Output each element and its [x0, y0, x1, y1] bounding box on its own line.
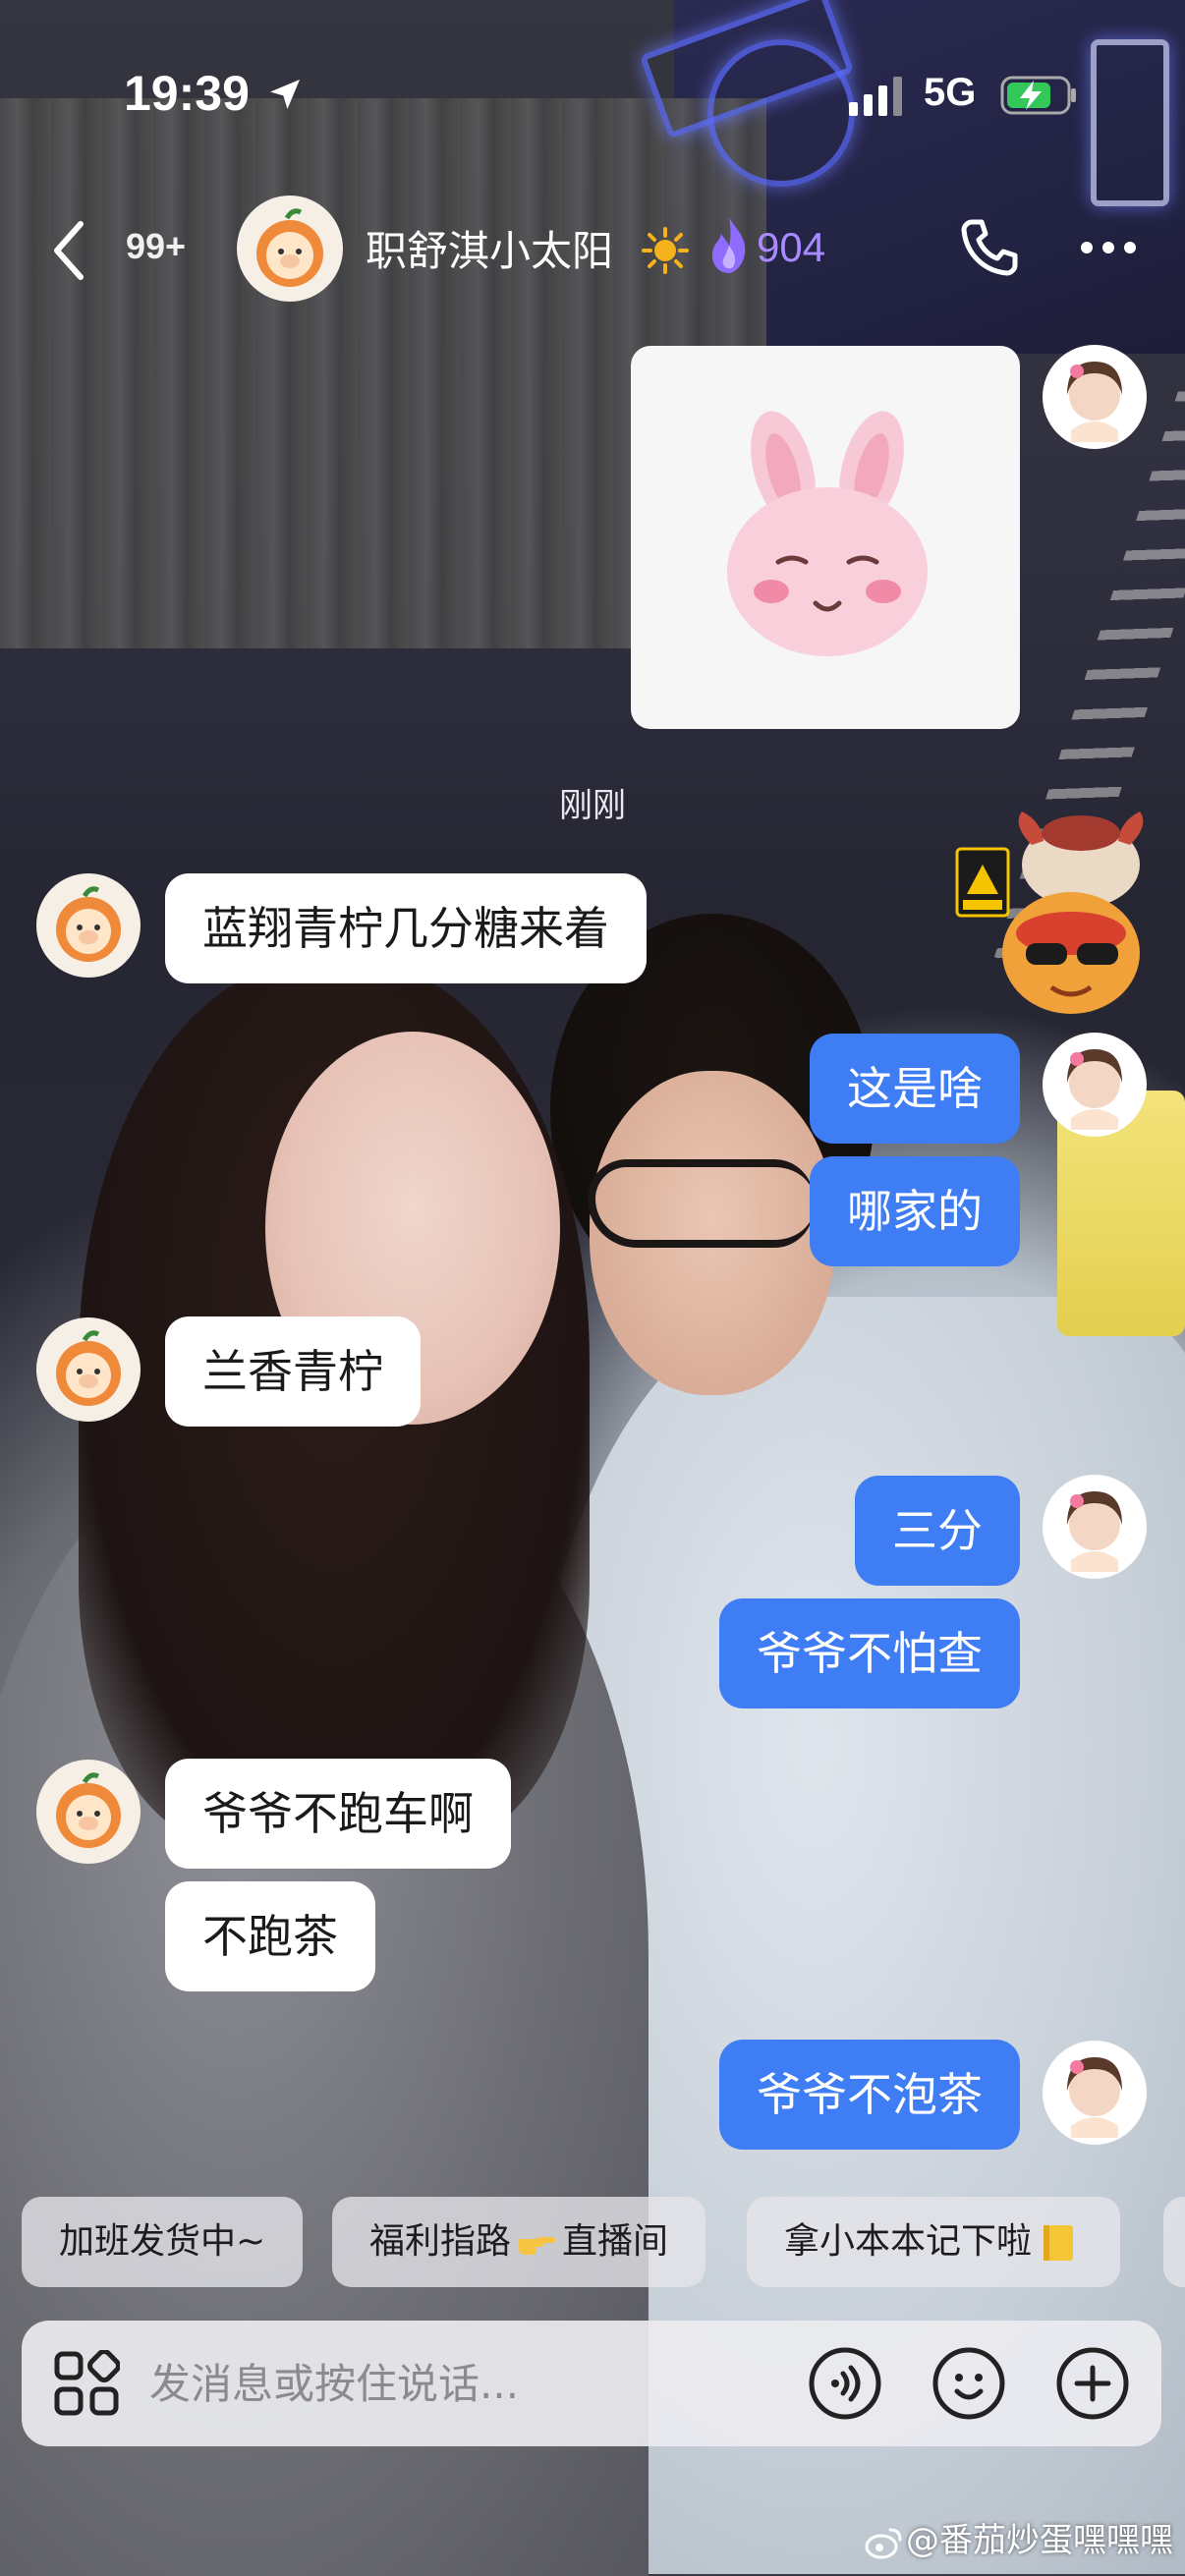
cow-with-sunglasses-sticker: [1002, 812, 1144, 1014]
quick-reply-chip[interactable]: 福利指路 直播间: [332, 2197, 706, 2287]
contact-message-avatar[interactable]: [35, 1759, 141, 1865]
quick-reply-bar: 加班发货中~ 福利指路 直播间 拿小本本记下啦: [22, 2197, 1185, 2287]
incoming-message[interactable]: 爷爷不跑车啊: [165, 1759, 511, 1869]
contact-name[interactable]: 职舒淇小太阳: [366, 218, 613, 278]
my-avatar[interactable]: [1042, 344, 1148, 450]
emoji-face-icon[interactable]: [931, 2346, 1006, 2421]
add-icon[interactable]: [1055, 2346, 1130, 2421]
outgoing-message[interactable]: 这是啥: [810, 1034, 1020, 1144]
pink-bunny-sticker: [727, 411, 928, 656]
outgoing-message[interactable]: 爷爷不泡茶: [719, 2040, 1020, 2150]
sun-icon: [642, 227, 689, 274]
signal-bars-icon: [849, 77, 902, 116]
more-dots-icon[interactable]: [1079, 240, 1138, 255]
weibo-watermark: @番茄炒蛋嘿嘿嘿: [865, 2513, 1173, 2561]
message-input[interactable]: [149, 2344, 798, 2423]
contact-message-avatar[interactable]: [35, 1316, 141, 1423]
quick-reply-label: 福利指路: [369, 2221, 512, 2262]
outgoing-message[interactable]: 哪家的: [810, 1156, 1020, 1266]
weibo-logo-icon: [865, 2528, 902, 2558]
status-bar: 19:39 5G: [0, 0, 1185, 187]
battery-charging-icon: [1000, 76, 1076, 115]
unread-count-badge[interactable]: 99+: [126, 226, 186, 267]
apps-grid-icon[interactable]: [53, 2350, 120, 2417]
quick-reply-chip[interactable]: 加班发货中~: [22, 2197, 304, 2287]
voice-icon[interactable]: [808, 2346, 882, 2421]
notebook-icon: [1044, 2225, 1074, 2261]
watermark-text: @番茄炒蛋嘿嘿嘿: [906, 2521, 1173, 2560]
incoming-message[interactable]: 兰香青柠: [165, 1316, 421, 1427]
quick-reply-chip[interactable]: 拿小本本记下啦: [747, 2197, 1121, 2287]
pointing-hand-icon: [519, 2237, 557, 2255]
my-avatar[interactable]: [1042, 1474, 1148, 1580]
quick-reply-label: 拿小本本记下啦: [784, 2221, 1033, 2262]
outgoing-message[interactable]: 爷爷不怕查: [719, 1598, 1020, 1708]
outgoing-message[interactable]: 三分: [855, 1476, 1020, 1586]
my-avatar[interactable]: [1042, 2040, 1148, 2146]
quick-reply-label: 加班发货中~: [59, 2221, 266, 2262]
status-time: 19:39: [124, 66, 250, 121]
contact-avatar[interactable]: [236, 195, 344, 303]
network-type: 5G: [924, 71, 977, 114]
back-chevron-icon[interactable]: [47, 216, 90, 285]
location-arrow-icon: [270, 80, 300, 109]
incoming-message[interactable]: 蓝翔青柠几分糖来着: [165, 873, 647, 983]
quick-reply-chip-partial[interactable]: [1163, 2197, 1185, 2287]
quick-reply-label: 直播间: [562, 2221, 669, 2262]
spark-flame-icon: [711, 218, 746, 273]
spark-score: 904: [757, 224, 826, 270]
contact-message-avatar[interactable]: [35, 872, 141, 979]
message-input-bar: [22, 2321, 1161, 2446]
sticker-message[interactable]: [631, 346, 1020, 729]
incoming-message[interactable]: 不跑茶: [165, 1881, 375, 1991]
phone-icon[interactable]: [958, 216, 1021, 279]
my-avatar[interactable]: [1042, 1032, 1148, 1138]
chat-header: 99+ 职舒淇小太阳 904: [0, 187, 1185, 314]
